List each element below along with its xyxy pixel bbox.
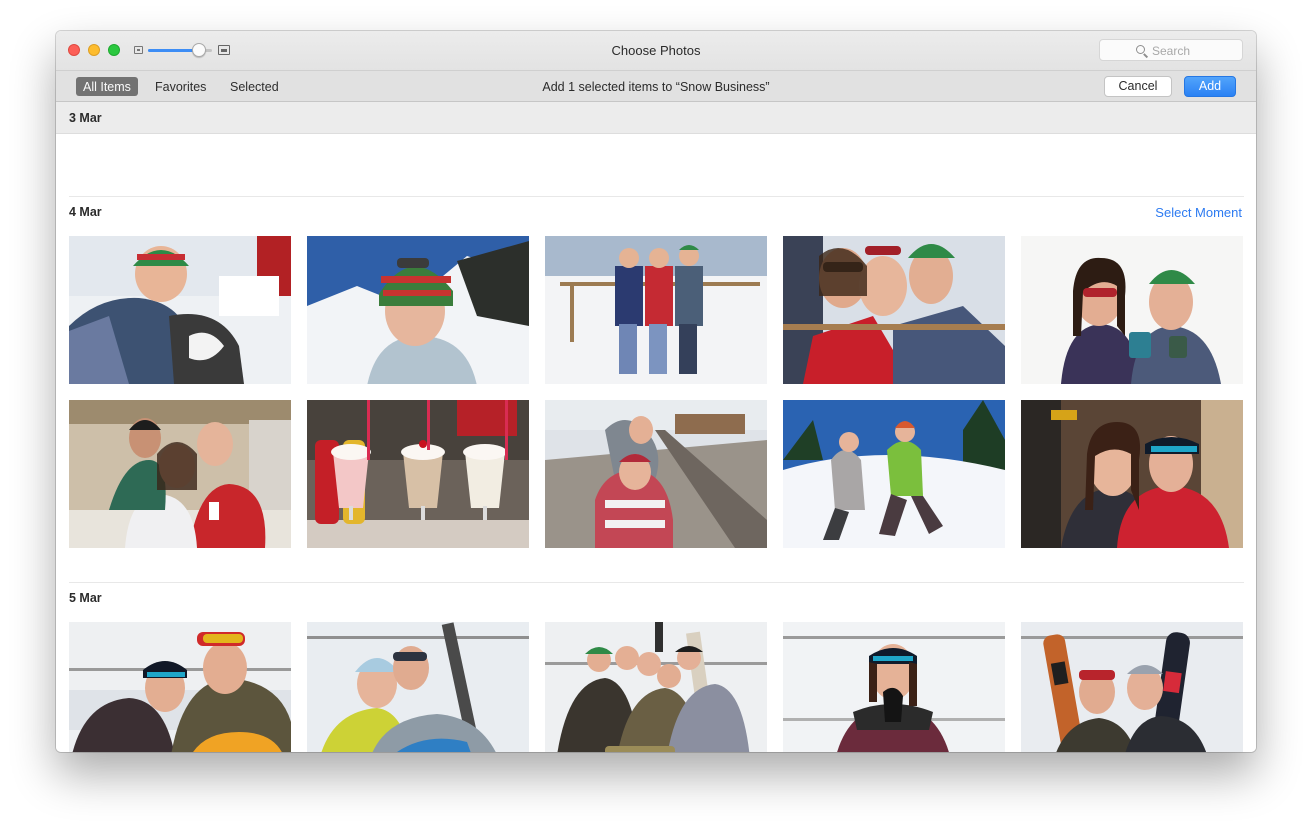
moment-divider bbox=[69, 582, 1244, 583]
photo-thumbnail[interactable] bbox=[783, 400, 1005, 548]
search-icon bbox=[1136, 45, 1145, 54]
photo-grid: 3 Mar 4 Mar Select Moment 5 Mar bbox=[56, 102, 1256, 752]
photo-thumbnail[interactable] bbox=[69, 400, 291, 548]
photo-milkshakes bbox=[307, 400, 529, 548]
photo-thumbnail[interactable] bbox=[1021, 400, 1243, 548]
photo-thumbnail[interactable] bbox=[783, 236, 1005, 384]
moment-header-3-mar: 3 Mar bbox=[56, 102, 1256, 134]
photo-thumbnail[interactable] bbox=[69, 236, 291, 384]
photo-gondola-pair bbox=[69, 622, 291, 752]
moment-date: 3 Mar bbox=[69, 111, 102, 125]
photo-thumbnail[interactable] bbox=[1021, 236, 1243, 384]
choose-photos-window: Choose Photos Search All Items Favorites… bbox=[56, 31, 1256, 752]
photo-friends-sunglasses bbox=[783, 236, 1005, 384]
photo-thumbnail[interactable] bbox=[307, 400, 529, 548]
title-bar: Choose Photos Search bbox=[56, 31, 1256, 70]
photo-thumbnail[interactable] bbox=[69, 622, 291, 752]
photo-thumbnail[interactable] bbox=[783, 622, 1005, 752]
photo-thumbnail[interactable] bbox=[307, 622, 529, 752]
search-field[interactable]: Search bbox=[1099, 39, 1243, 61]
photo-three-friends-railing bbox=[545, 236, 767, 384]
photo-snow-running bbox=[783, 400, 1005, 548]
select-moment-link[interactable]: Select Moment bbox=[1155, 205, 1242, 220]
photo-portrait-mountains bbox=[307, 236, 529, 384]
moment-divider bbox=[69, 196, 1244, 197]
window-title: Choose Photos bbox=[611, 43, 701, 58]
photo-gondola-group bbox=[545, 622, 767, 752]
photo-diner-friends bbox=[69, 400, 291, 548]
photo-thumbnail[interactable] bbox=[545, 400, 767, 548]
photo-railroad-tracks bbox=[545, 400, 767, 548]
selection-message: Add 1 selected items to “Snow Business” bbox=[542, 80, 770, 94]
photo-thumbnail[interactable] bbox=[307, 236, 529, 384]
photo-gondola-boards bbox=[1021, 622, 1243, 752]
toolbar: All Items Favorites Selected Add 1 selec… bbox=[56, 70, 1256, 102]
add-button[interactable]: Add bbox=[1184, 76, 1236, 97]
moment-date: 5 Mar bbox=[69, 591, 102, 605]
photo-girl-with-husky bbox=[69, 236, 291, 384]
photo-thumbnail[interactable] bbox=[545, 622, 767, 752]
photo-gondola-snowboard bbox=[307, 622, 529, 752]
cancel-button[interactable]: Cancel bbox=[1104, 76, 1172, 97]
photo-thumbnail[interactable] bbox=[1021, 622, 1243, 752]
photo-gondola-smile bbox=[783, 622, 1005, 752]
photo-friends-mugs bbox=[1021, 236, 1243, 384]
photo-hug-portrait bbox=[1021, 400, 1243, 548]
search-placeholder: Search bbox=[1152, 44, 1191, 58]
photo-thumbnail[interactable] bbox=[545, 236, 767, 384]
moment-date: 4 Mar bbox=[69, 205, 102, 219]
